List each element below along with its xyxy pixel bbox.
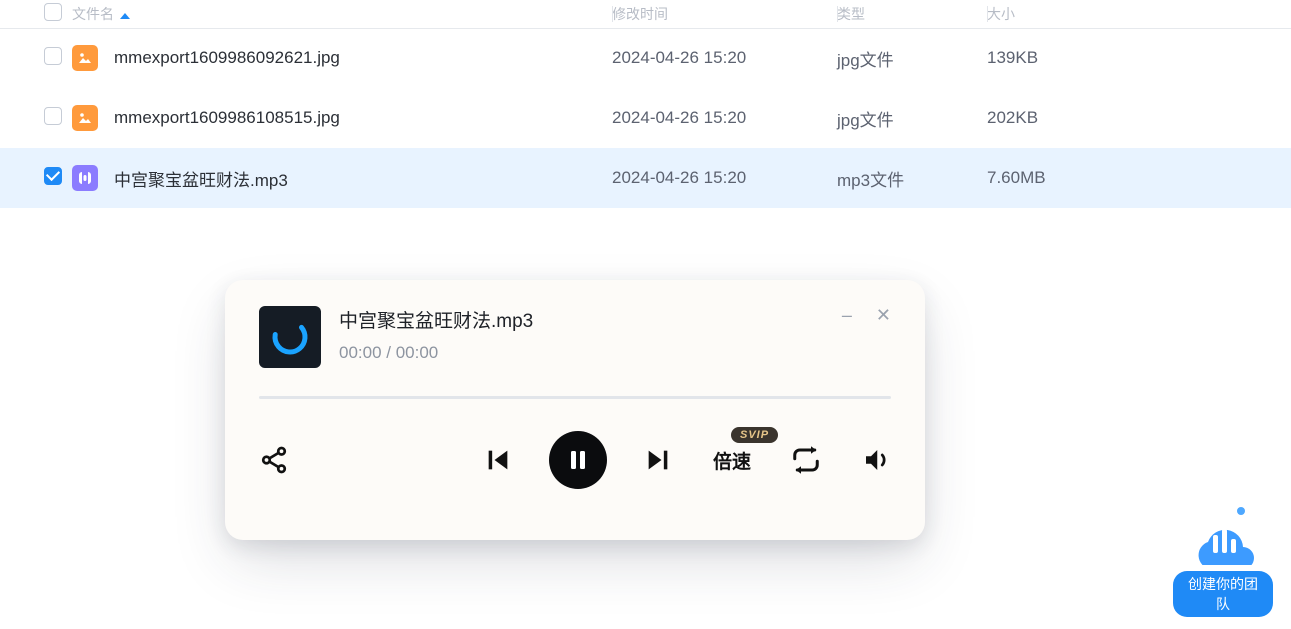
row-checkbox[interactable] <box>44 47 62 65</box>
image-file-icon <box>72 45 98 71</box>
image-file-icon <box>72 105 98 131</box>
table-row[interactable]: mmexport1609986092621.jpg 2024-04-26 15:2… <box>0 28 1291 88</box>
speed-button[interactable]: SVIP 倍速 <box>713 447 751 474</box>
table-row[interactable]: 中宫聚宝盆旺财法.mp3 2024-04-26 15:20 mp3文件 7.60MB <box>0 148 1291 208</box>
row-checkbox[interactable] <box>44 167 62 185</box>
album-art <box>259 306 321 368</box>
header-name[interactable]: 文件名 <box>72 0 612 28</box>
file-name: 中宫聚宝盆旺财法.mp3 <box>114 166 288 191</box>
file-time: 2024-04-26 15:20 <box>612 48 746 67</box>
volume-button[interactable] <box>861 445 891 475</box>
file-type: mp3文件 <box>837 171 904 190</box>
header-type[interactable]: 类型 <box>837 0 987 28</box>
create-team-button[interactable]: 创建你的团队 <box>1173 505 1273 617</box>
svip-badge: SVIP <box>731 427 778 443</box>
next-button[interactable] <box>643 445 673 475</box>
file-name: mmexport1609986108515.jpg <box>114 108 340 128</box>
sort-indicator-icon <box>120 13 130 19</box>
table-header: 文件名 修改时间 类型 大小 <box>0 0 1291 28</box>
audio-player: 中宫聚宝盆旺财法.mp3 00:00 / 00:00 – ✕ SVIP 倍速 <box>225 280 925 540</box>
create-team-label: 创建你的团队 <box>1173 571 1273 617</box>
file-name: mmexport1609986092621.jpg <box>114 48 340 68</box>
previous-button[interactable] <box>483 445 513 475</box>
cloud-icon <box>1185 505 1261 565</box>
close-button[interactable]: ✕ <box>876 306 891 324</box>
file-type: jpg文件 <box>837 51 894 70</box>
progress-bar[interactable] <box>259 396 891 399</box>
minimize-button[interactable]: – <box>842 306 852 324</box>
header-size[interactable]: 大小 <box>987 0 1137 28</box>
file-size: 7.60MB <box>987 168 1046 187</box>
select-all-checkbox[interactable] <box>44 3 62 21</box>
audio-file-icon <box>72 165 98 191</box>
table-row[interactable]: mmexport1609986108515.jpg 2024-04-26 15:2… <box>0 88 1291 148</box>
file-time: 2024-04-26 15:20 <box>612 168 746 187</box>
file-time: 2024-04-26 15:20 <box>612 108 746 127</box>
player-time: 00:00 / 00:00 <box>339 343 842 363</box>
file-size: 202KB <box>987 108 1038 127</box>
row-checkbox[interactable] <box>44 107 62 125</box>
file-table: 文件名 修改时间 类型 大小 mmexport1609986092621.jpg… <box>0 0 1291 208</box>
pause-button[interactable] <box>549 431 607 489</box>
player-title: 中宫聚宝盆旺财法.mp3 <box>339 306 842 333</box>
share-button[interactable] <box>259 445 289 475</box>
file-size: 139KB <box>987 48 1038 67</box>
loop-button[interactable] <box>791 445 821 475</box>
file-type: jpg文件 <box>837 111 894 130</box>
header-time[interactable]: 修改时间 <box>612 0 837 28</box>
